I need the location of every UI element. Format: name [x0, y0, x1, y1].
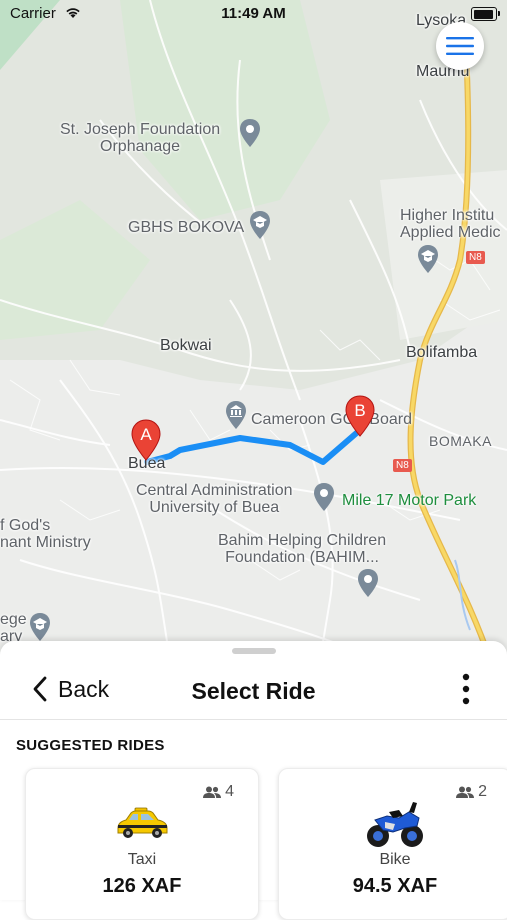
battery-level	[473, 9, 493, 19]
map-label-st-joseph: St. Joseph Foundation Orphanage	[60, 121, 221, 155]
sheet-drag-handle[interactable]	[232, 648, 276, 654]
taxi-icon	[26, 795, 258, 853]
menu-button[interactable]	[436, 22, 484, 70]
school-pin-icon[interactable]	[28, 612, 52, 642]
map-view[interactable]: N8 N8 Lysoka Maumu St. Joseph Foundation…	[0, 0, 507, 660]
map-label-college: ege ary	[0, 611, 27, 645]
map-label-bokwai: Bokwai	[160, 337, 212, 354]
map-label-gods-ministry: f God's nant Ministry	[0, 517, 91, 551]
ride-name: Taxi	[127, 851, 157, 868]
map-label-bomaka: BOMAKA	[429, 433, 492, 449]
ride-price: 126 XAF	[102, 875, 182, 897]
status-bar: Carrier 11:49 AM	[0, 0, 507, 30]
origin-marker[interactable]: A	[131, 419, 161, 461]
status-time: 11:49 AM	[221, 5, 286, 22]
section-title: SUGGESTED RIDES	[16, 737, 165, 754]
marker-label: A	[140, 425, 152, 444]
page-title: Select Ride	[191, 678, 316, 704]
map-label-cameroon-gce-board: Cameroon GCE Board	[251, 411, 412, 428]
map-label-bahim: Bahim Helping Children Foundation (BAHIM…	[218, 532, 387, 566]
map-label-gbhs: GBHS BOKOVA	[128, 219, 245, 236]
hamburger-icon	[446, 37, 474, 55]
place-pin-icon[interactable]	[312, 482, 336, 512]
ride-option-taxi[interactable]: 4 Taxi 126 XAF	[25, 768, 259, 920]
more-vertical-icon	[462, 673, 470, 705]
motorbike-icon	[279, 795, 507, 853]
ride-selection-sheet: Back Select Ride SUGGESTED RIDES 4 Taxi …	[0, 641, 507, 920]
map-label-bolifamba: Bolifamba	[406, 344, 478, 361]
map-label-central-administration: Central Administration University of Bue…	[136, 482, 293, 516]
highway-shield-n8: N8	[393, 459, 412, 472]
ride-option-bike[interactable]: 2 Bike 94.5 XAF	[278, 768, 507, 920]
sheet-header: Back Select Ride	[0, 659, 507, 720]
marker-label: B	[354, 401, 366, 420]
battery-icon	[471, 7, 500, 21]
map-label-higher-institute: Higher Institu Applied Medic	[400, 207, 501, 241]
school-pin-icon[interactable]	[248, 210, 272, 240]
destination-marker[interactable]: B	[345, 395, 375, 437]
more-options-button[interactable]	[454, 671, 478, 707]
ride-price: 94.5 XAF	[352, 875, 438, 897]
place-pin-icon[interactable]	[238, 118, 262, 148]
government-pin-icon[interactable]	[224, 400, 248, 430]
ride-name: Bike	[379, 851, 411, 868]
school-pin-icon[interactable]	[416, 244, 440, 274]
highway-shield-n8: N8	[466, 251, 485, 264]
place-pin-icon[interactable]	[356, 568, 380, 598]
map-label-mile-17: Mile 17 Motor Park	[342, 492, 477, 509]
